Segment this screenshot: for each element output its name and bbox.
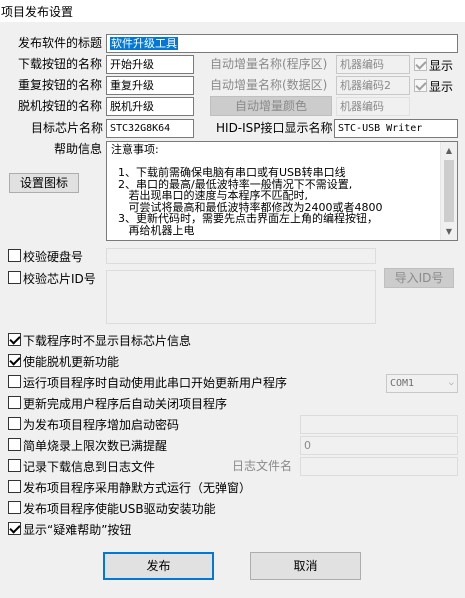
offline-button-name-input[interactable]: 脱机升级	[106, 97, 194, 116]
title-bar[interactable]: 项目发布设置	[0, 0, 465, 22]
checkbox-box	[8, 501, 21, 514]
scroll-up-arrow-icon[interactable]: ▲	[441, 142, 457, 159]
title-input[interactable]: 软件升级工具	[106, 34, 458, 53]
checkmark-icon	[414, 58, 427, 71]
cancel-button[interactable]: 取消	[250, 552, 361, 580]
window-title: 项目发布设置	[1, 5, 74, 19]
limit-count-field: 0	[300, 436, 458, 455]
show-program-increment-checkbox[interactable]: 显示	[414, 57, 453, 73]
disk-serial-field	[106, 248, 376, 264]
option-checkbox[interactable]: 记录下载信息到日志文件	[8, 458, 155, 474]
auto-increment-color-button[interactable]: 自动增量颜色	[210, 96, 332, 116]
verify-chipid-checkbox[interactable]: 校验芯片ID号	[8, 270, 96, 286]
option-label: 下载程序时不显示目标芯片信息	[23, 334, 192, 348]
option-label: 记录下载信息到日志文件	[23, 460, 156, 474]
option-checkbox[interactable]: 运行项目程序时自动使用此串口开始更新用户程序	[8, 374, 287, 390]
startup-password-field	[300, 415, 458, 434]
option-label: 显示“疑难帮助”按钮	[23, 523, 132, 537]
hid-isp-name-label: HID-ISP接口显示名称	[216, 121, 333, 135]
show-data-increment-checkbox[interactable]: 显示	[414, 78, 453, 94]
help-line: 1、下载前需确保电脑有串口或有USB转串口线	[111, 166, 346, 179]
option-checkbox[interactable]: 简单烧录上限次数已满提醒	[8, 437, 167, 453]
color-preview-field: 机器编码	[336, 97, 410, 116]
com-port-select[interactable]: COM1 ⌵	[386, 374, 458, 393]
title-input-value: 软件升级工具	[110, 37, 178, 50]
set-icon-button[interactable]: 设置图标	[9, 173, 79, 193]
option-checkbox[interactable]: 发布项目程序使能USB驱动安装功能	[8, 500, 216, 516]
help-line: 注意事项:	[111, 143, 159, 156]
title-label: 发布软件的标题	[18, 36, 103, 50]
verify-disk-checkbox[interactable]: 校验硬盘号	[8, 248, 83, 264]
chipid-list-field	[106, 270, 376, 324]
help-info-label: 帮助信息	[54, 142, 103, 156]
option-label: 使能脱机更新功能	[23, 355, 120, 369]
option-label: 为发布项目程序增加启动密码	[23, 418, 180, 432]
project-publish-settings-window: 项目发布设置 发布软件的标题 软件升级工具 下载按钮的名称 开始升级 重复按钮的…	[0, 0, 465, 598]
option-checkbox[interactable]: 显示“疑难帮助”按钮	[8, 521, 131, 537]
auto-increment-program-input[interactable]: 机器编码	[336, 55, 410, 74]
option-label: 发布项目程序采用静默方式运行（无弹窗）	[23, 481, 252, 495]
checkbox-box	[8, 438, 21, 451]
target-chip-input[interactable]: STC32G8K64	[106, 119, 194, 138]
option-label: 运行项目程序时自动使用此串口开始更新用户程序	[23, 376, 288, 390]
checkbox-box	[8, 249, 21, 262]
option-label: 发布项目程序使能USB驱动安装功能	[23, 502, 216, 516]
auto-increment-data-label: 自动增量名称(数据区)	[210, 78, 328, 92]
download-button-name-input[interactable]: 开始升级	[106, 55, 194, 74]
show-label: 显示	[429, 59, 454, 73]
option-checkbox[interactable]: 下载程序时不显示目标芯片信息	[8, 332, 191, 348]
option-checkbox[interactable]: 发布项目程序采用静默方式运行（无弹窗）	[8, 479, 251, 495]
help-line: 3、更新代码时，需要先点击界面左上角的编程按钮，	[111, 212, 378, 225]
download-button-name-label: 下载按钮的名称	[18, 57, 103, 71]
dialog-body: 发布软件的标题 软件升级工具 下载按钮的名称 开始升级 重复按钮的名称 重复升级…	[0, 22, 465, 598]
repeat-button-name-label: 重复按钮的名称	[18, 78, 103, 92]
chevron-down-icon[interactable]: ⌵	[449, 375, 454, 392]
option-label: 更新完成用户程序后自动关闭项目程序	[23, 397, 228, 411]
log-file-name-label: 日志文件名	[232, 459, 293, 473]
auto-increment-program-label: 自动增量名称(程序区)	[210, 57, 328, 71]
option-checkbox[interactable]: 使能脱机更新功能	[8, 353, 119, 369]
checkmark-icon	[8, 354, 21, 367]
checkbox-box	[8, 396, 21, 409]
hid-isp-name-input[interactable]: STC-USB Writer	[334, 119, 458, 138]
log-file-name-field	[300, 457, 458, 476]
com-port-value: COM1	[390, 378, 415, 389]
help-scrollbar[interactable]: ▲ ▼	[440, 142, 457, 240]
help-line: 若出现串口的速度与本程序不匹配时,	[111, 189, 308, 202]
scroll-thumb[interactable]	[444, 160, 454, 222]
checkbox-box	[8, 417, 21, 430]
checkmark-icon	[8, 333, 21, 346]
help-info-textarea[interactable]: 注意事项: 1、下载前需确保电脑有串口或有USB转串口线 2、串口的最高/最低波…	[106, 141, 458, 241]
auto-increment-data-input[interactable]: 机器编码2	[336, 76, 410, 95]
checkbox-box	[8, 375, 21, 388]
checkmark-icon	[8, 522, 21, 535]
repeat-button-name-input[interactable]: 重复升级	[106, 76, 194, 95]
scroll-down-arrow-icon[interactable]: ▼	[441, 223, 457, 240]
show-label: 显示	[429, 80, 454, 94]
import-id-button[interactable]: 导入ID号	[384, 268, 454, 288]
checkbox-box	[8, 480, 21, 493]
help-info-text: 注意事项: 1、下载前需确保电脑有串口或有USB转串口线 2、串口的最高/最低波…	[111, 144, 382, 236]
verify-disk-label: 校验硬盘号	[23, 250, 84, 264]
option-checkbox[interactable]: 为发布项目程序增加启动密码	[8, 416, 179, 432]
checkbox-box	[8, 271, 21, 284]
verify-chipid-label: 校验芯片ID号	[23, 272, 96, 286]
publish-button[interactable]: 发布	[103, 552, 214, 580]
help-line: 再给机器上电	[111, 223, 195, 237]
option-checkbox[interactable]: 更新完成用户程序后自动关闭项目程序	[8, 395, 227, 411]
option-label: 简单烧录上限次数已满提醒	[23, 439, 168, 453]
checkbox-box	[8, 459, 21, 472]
target-chip-label: 目标芯片名称	[31, 121, 104, 135]
checkmark-icon	[414, 79, 427, 92]
offline-button-name-label: 脱机按钮的名称	[18, 99, 103, 113]
